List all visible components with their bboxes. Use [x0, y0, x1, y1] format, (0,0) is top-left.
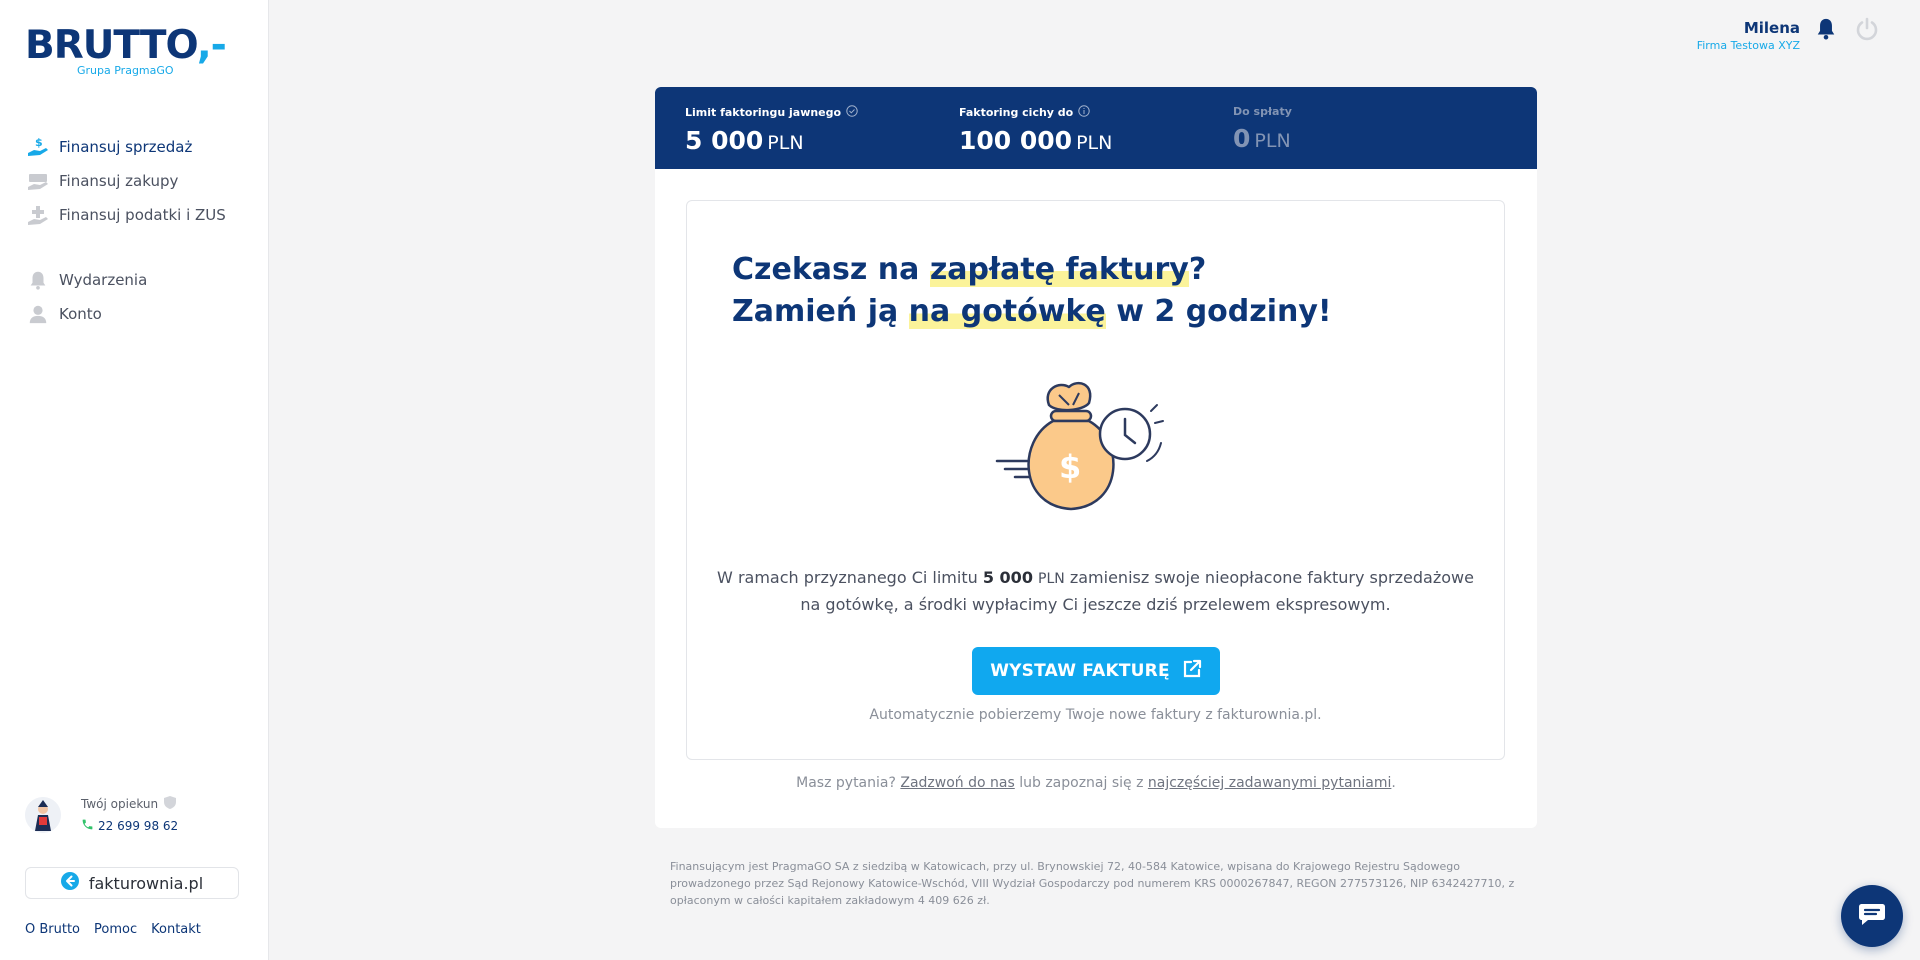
desc-amount: 5 000 — [982, 568, 1033, 587]
svg-text:$: $ — [35, 136, 43, 149]
limit-title: Do spłaty — [1233, 105, 1292, 118]
limit-cichy: Faktoring cichy do 100 000 PLN — [959, 87, 1233, 169]
limit-do-splaty: Do spłaty 0 PLN — [1233, 87, 1507, 169]
limit-value: 100 000 — [959, 126, 1073, 155]
limit-currency: PLN — [1076, 132, 1113, 154]
nav-label: Finansuj podatki i ZUS — [59, 206, 226, 224]
nav-item-finansuj-sprzedaz[interactable]: $ Finansuj sprzedaż — [25, 130, 226, 164]
shield-icon — [164, 796, 177, 812]
secondary-nav: Wydarzenia Konto — [25, 263, 147, 331]
account-manager: Twój opiekun 22 699 98 62 — [25, 796, 178, 834]
cart-icon — [25, 168, 51, 194]
help-part: . — [1391, 775, 1396, 791]
headline-part: Czekasz na — [732, 252, 930, 287]
help-line: Masz pytania? Zadzwoń do nas lub zapozna… — [655, 775, 1537, 791]
link-o-brutto[interactable]: O Brutto — [25, 922, 80, 937]
headline-highlight: zapłatę faktury — [929, 252, 1189, 287]
link-pomoc[interactable]: Pomoc — [94, 922, 137, 937]
chat-bubble-icon — [1858, 902, 1886, 930]
desc-part: na gotówkę, a środki wypłacimy Ci jeszcz… — [800, 595, 1391, 614]
desc-part: W ramach przyznanego Ci limitu — [717, 568, 983, 587]
headline-highlight: na gotówkę — [908, 294, 1106, 329]
phone-icon — [81, 818, 94, 834]
logo-text: BRUTTO — [25, 23, 198, 68]
sidebar-footer-links: O Brutto Pomoc Kontakt — [25, 922, 201, 937]
external-link-icon — [1182, 659, 1202, 683]
nav-label: Finansuj sprzedaż — [59, 138, 193, 156]
notifications-bell-icon[interactable] — [1815, 17, 1837, 45]
hand-plus-icon — [25, 202, 51, 228]
headline-part: Zamień ją — [732, 294, 909, 329]
guardian-title: Twój opiekun — [81, 797, 159, 811]
logout-power-icon[interactable] — [1855, 17, 1879, 45]
brutto-logo[interactable]: BRUTTO,- Grupa PragmaGO — [25, 23, 227, 78]
avatar — [25, 797, 61, 833]
limit-title: Limit faktoringu jawnego — [685, 106, 842, 119]
user-name: Milena — [1743, 19, 1800, 37]
help-part: lub zapoznaj się z — [1014, 775, 1148, 791]
guardian-phone-link[interactable]: 22 699 98 62 — [81, 818, 178, 834]
link-kontakt[interactable]: Kontakt — [151, 922, 201, 937]
main-nav: $ Finansuj sprzedaż Finansuj zakupy Fina… — [25, 130, 226, 232]
faq-link[interactable]: najczęściej zadawanymi pytaniami — [1148, 775, 1392, 791]
limit-value: 5 000 — [685, 126, 764, 155]
promo-description: W ramach przyznanego Ci limitu 5 000 PLN… — [687, 565, 1504, 618]
promo-headline: Czekasz na zapłatę faktury? Zamień ją na… — [732, 249, 1332, 333]
back-to-fakturownia-button[interactable]: fakturownia.pl — [25, 867, 239, 899]
limits-bar: Limit faktoringu jawnego 5 000 PLN Faktor… — [655, 87, 1537, 169]
bell-icon — [25, 267, 51, 293]
back-button-label: fakturownia.pl — [88, 873, 204, 893]
hand-dollar-icon: $ — [25, 134, 51, 160]
limit-currency: PLN — [767, 132, 804, 154]
nav-label: Finansuj zakupy — [59, 172, 179, 190]
logo-subtitle: Grupa PragmaGO — [77, 64, 174, 77]
desc-part: zamienisz swoje nieopłacone faktury sprz… — [1064, 568, 1474, 587]
money-bag-clock-illustration: $ — [987, 371, 1167, 535]
limit-currency: PLN — [1254, 130, 1291, 152]
limit-jawny: Limit faktoringu jawnego 5 000 PLN — [685, 87, 959, 169]
check-circle-icon[interactable] — [846, 105, 858, 120]
user-info[interactable]: Milena Firma Testowa XYZ — [1697, 19, 1800, 52]
nav-label: Wydarzenia — [59, 271, 148, 289]
headline-part: w 2 godziny! — [1105, 294, 1332, 329]
sidebar: BRUTTO,- Grupa PragmaGO $ Finansuj sprze… — [0, 0, 269, 960]
user-icon — [25, 301, 51, 327]
chat-button[interactable] — [1841, 885, 1903, 947]
user-company: Firma Testowa XYZ — [1696, 39, 1800, 52]
limit-title: Faktoring cichy do — [959, 106, 1074, 119]
svg-text:$: $ — [1059, 448, 1081, 486]
auto-import-note: Automatycznie pobierzemy Twoje nowe fakt… — [869, 707, 1322, 723]
limit-value: 0 — [1233, 124, 1251, 153]
nav-item-konto[interactable]: Konto — [25, 297, 147, 331]
factoring-panel: Limit faktoringu jawnego 5 000 PLN Faktor… — [655, 87, 1537, 828]
arrow-left-circle-icon — [60, 872, 79, 894]
headline-part: ? — [1188, 252, 1207, 287]
nav-item-finansuj-podatki[interactable]: Finansuj podatki i ZUS — [25, 198, 226, 232]
legal-footer: Finansującym jest PragmaGO SA z siedzibą… — [670, 860, 1515, 907]
info-circle-icon[interactable] — [1078, 105, 1090, 120]
logo-suffix: ,- — [196, 23, 227, 68]
desc-currency: PLN — [1038, 571, 1065, 587]
guardian-phone: 22 699 98 62 — [98, 819, 179, 833]
promo-card: Czekasz na zapłatę faktury? Zamień ją na… — [686, 200, 1505, 760]
cta-label: WYSTAW FAKTURĘ — [990, 661, 1170, 681]
nav-item-finansuj-zakupy[interactable]: Finansuj zakupy — [25, 164, 226, 198]
help-part: Masz pytania? — [796, 775, 901, 791]
call-us-link[interactable]: Zadzwoń do nas — [900, 775, 1014, 791]
wystaw-fakture-button[interactable]: WYSTAW FAKTURĘ — [972, 647, 1220, 695]
nav-label: Konto — [59, 305, 102, 323]
nav-item-wydarzenia[interactable]: Wydarzenia — [25, 263, 147, 297]
